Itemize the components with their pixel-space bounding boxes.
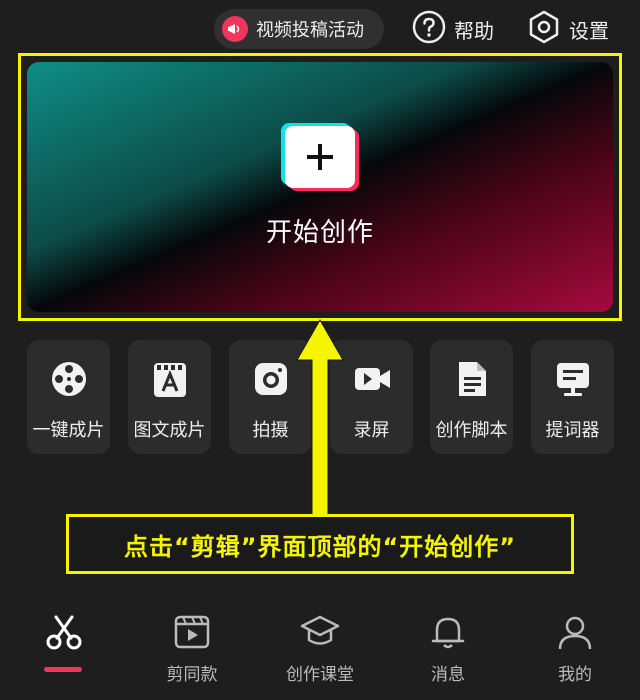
template-clip-icon bbox=[172, 612, 212, 652]
annotation-text: 点击“剪辑”界面顶部的“开始创作” bbox=[123, 532, 517, 561]
start-creating-banner[interactable]: 开始创作 bbox=[27, 62, 613, 312]
tool-label: 提词器 bbox=[545, 420, 600, 441]
nav-tab-templates[interactable]: 剪同款 bbox=[137, 608, 247, 688]
film-reel-icon bbox=[48, 358, 90, 400]
nav-label: 剪同款 bbox=[166, 665, 218, 685]
tool-label: 图文成片 bbox=[133, 420, 206, 441]
promo-label: 视频投稿活动 bbox=[256, 20, 364, 41]
help-button[interactable]: 帮助 bbox=[412, 10, 494, 48]
text-clip-icon bbox=[149, 358, 191, 400]
question-circle-icon bbox=[412, 10, 446, 48]
active-tab-indicator bbox=[44, 667, 82, 672]
camera-icon bbox=[250, 358, 292, 400]
teleprompter-tool[interactable]: 提词器 bbox=[531, 340, 614, 454]
top-bar: 视频投稿活动 帮助 设置 bbox=[0, 0, 640, 56]
user-icon bbox=[555, 612, 595, 652]
creation-script-tool[interactable]: 创作脚本 bbox=[430, 340, 513, 454]
video-camera-icon bbox=[351, 358, 393, 400]
help-label: 帮助 bbox=[454, 18, 494, 43]
nav-label: 消息 bbox=[431, 665, 465, 685]
annotation-arrow bbox=[296, 318, 344, 517]
one-click-video-tool[interactable]: 一键成片 bbox=[27, 340, 110, 454]
megaphone-icon bbox=[222, 16, 248, 42]
tool-label: 创作脚本 bbox=[435, 420, 508, 441]
tool-label: 一键成片 bbox=[32, 420, 105, 441]
start-creating-label: 开始创作 bbox=[265, 218, 374, 248]
scissors-icon bbox=[44, 612, 84, 652]
nav-tab-creator-class[interactable]: 创作课堂 bbox=[265, 608, 375, 688]
nav-tab-messages[interactable]: 消息 bbox=[393, 608, 503, 688]
script-document-icon bbox=[451, 358, 493, 400]
bell-icon bbox=[428, 612, 468, 652]
teleprompter-icon bbox=[552, 358, 594, 400]
plus-icon bbox=[285, 126, 355, 188]
video-submission-activity-button[interactable]: 视频投稿活动 bbox=[214, 9, 384, 49]
hexagon-gear-icon bbox=[527, 10, 561, 48]
text-to-video-tool[interactable]: 图文成片 bbox=[128, 340, 211, 454]
nav-label: 我的 bbox=[558, 665, 592, 685]
nav-tab-edit[interactable] bbox=[9, 608, 119, 688]
nav-tab-profile[interactable]: 我的 bbox=[520, 608, 630, 688]
settings-button[interactable]: 设置 bbox=[527, 10, 609, 48]
annotation-callout: 点击“剪辑”界面顶部的“开始创作” bbox=[66, 514, 574, 574]
nav-label: 创作课堂 bbox=[286, 665, 354, 685]
graduation-cap-icon bbox=[300, 612, 340, 652]
settings-label: 设置 bbox=[569, 18, 609, 43]
